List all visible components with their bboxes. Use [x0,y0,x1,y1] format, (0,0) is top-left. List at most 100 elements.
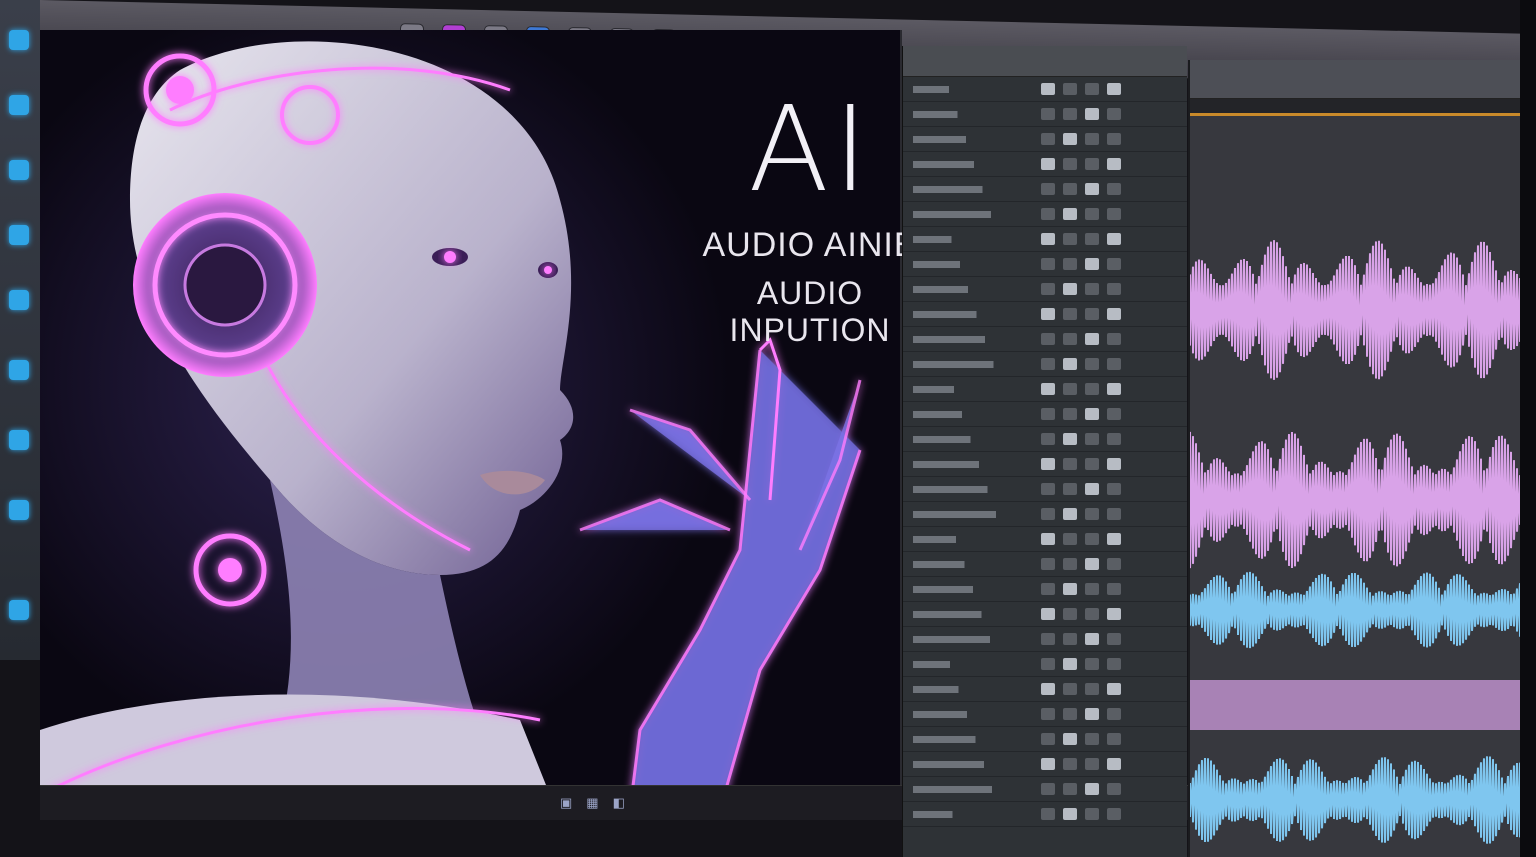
track-row[interactable] [903,477,1187,502]
track-control-icon[interactable] [1041,108,1055,120]
track-control-icon[interactable] [1085,733,1099,745]
track-row[interactable] [903,752,1187,777]
track-icon[interactable] [9,95,29,115]
track-control-icon[interactable] [1041,408,1055,420]
track-row[interactable] [903,727,1187,752]
waveform-track[interactable] [1190,240,1520,380]
track-row[interactable] [903,277,1187,302]
waveform-track[interactable] [1190,756,1520,844]
track-control-icon[interactable] [1041,83,1055,95]
track-control-icon[interactable] [1085,158,1099,170]
track-control-icon[interactable] [1041,733,1055,745]
track-row[interactable] [903,527,1187,552]
track-control-icon[interactable] [1107,483,1121,495]
track-control-icon[interactable] [1107,108,1121,120]
waveform-track[interactable] [1190,431,1520,569]
track-row[interactable] [903,702,1187,727]
track-control-icon[interactable] [1063,308,1077,320]
track-control-icon[interactable] [1041,683,1055,695]
track-control-icon[interactable] [1063,283,1077,295]
track-control-icon[interactable] [1041,433,1055,445]
track-control-icon[interactable] [1041,483,1055,495]
track-control-icon[interactable] [1107,408,1121,420]
track-control-icon[interactable] [1041,508,1055,520]
track-row[interactable] [903,127,1187,152]
track-control-icon[interactable] [1041,383,1055,395]
track-control-icon[interactable] [1107,708,1121,720]
track-control-icon[interactable] [1107,608,1121,620]
track-control-icon[interactable] [1085,708,1099,720]
track-control-icon[interactable] [1063,483,1077,495]
track-row[interactable] [903,677,1187,702]
track-control-icon[interactable] [1107,158,1121,170]
track-control-icon[interactable] [1063,333,1077,345]
waveform-track[interactable] [1190,571,1520,649]
track-control-icon[interactable] [1041,333,1055,345]
track-row[interactable] [903,327,1187,352]
track-control-icon[interactable] [1063,258,1077,270]
track-row[interactable] [903,652,1187,677]
track-control-icon[interactable] [1107,633,1121,645]
track-control-icon[interactable] [1041,783,1055,795]
track-control-icon[interactable] [1085,508,1099,520]
track-control-icon[interactable] [1085,108,1099,120]
track-control-icon[interactable] [1107,733,1121,745]
selected-region[interactable] [1190,680,1520,730]
track-control-icon[interactable] [1085,433,1099,445]
track-control-icon[interactable] [1107,208,1121,220]
track-control-icon[interactable] [1063,808,1077,820]
track-row[interactable] [903,427,1187,452]
track-control-icon[interactable] [1041,283,1055,295]
mixer-side-icon[interactable] [9,360,29,380]
track-control-icon[interactable] [1085,558,1099,570]
track-row[interactable] [903,152,1187,177]
track-row[interactable] [903,577,1187,602]
track-control-icon[interactable] [1063,733,1077,745]
track-control-icon[interactable] [1041,208,1055,220]
track-control-icon[interactable] [1085,208,1099,220]
track-control-icon[interactable] [1107,433,1121,445]
track-row[interactable] [903,802,1187,827]
track-control-icon[interactable] [1041,808,1055,820]
track-control-icon[interactable] [1085,408,1099,420]
track-control-icon[interactable] [1063,633,1077,645]
track-control-icon[interactable] [1107,358,1121,370]
track-control-icon[interactable] [1085,133,1099,145]
track-control-icon[interactable] [1085,458,1099,470]
track-control-icon[interactable] [1085,758,1099,770]
track-row[interactable] [903,302,1187,327]
track-control-icon[interactable] [1107,683,1121,695]
track-control-icon[interactable] [1085,308,1099,320]
track-control-icon[interactable] [1041,558,1055,570]
automation-icon[interactable] [9,430,29,450]
track-control-icon[interactable] [1085,608,1099,620]
track-control-icon[interactable] [1063,183,1077,195]
track-control-icon[interactable] [1107,258,1121,270]
track-control-icon[interactable] [1041,308,1055,320]
track-control-icon[interactable] [1107,83,1121,95]
track-control-icon[interactable] [1085,633,1099,645]
track-control-icon[interactable] [1041,158,1055,170]
track-control-icon[interactable] [1063,508,1077,520]
track-control-icon[interactable] [1107,783,1121,795]
track-control-icon[interactable] [1063,608,1077,620]
track-control-icon[interactable] [1107,533,1121,545]
track-control-icon[interactable] [1085,808,1099,820]
track-control-icon[interactable] [1041,133,1055,145]
track-control-icon[interactable] [1063,783,1077,795]
track-row[interactable] [903,777,1187,802]
track-control-icon[interactable] [1041,233,1055,245]
track-control-icon[interactable] [1063,708,1077,720]
track-control-icon[interactable] [1085,383,1099,395]
track-row[interactable] [903,377,1187,402]
plugin-icon[interactable] [9,225,29,245]
track-control-icon[interactable] [1063,83,1077,95]
track-control-icon[interactable] [1063,433,1077,445]
track-control-icon[interactable] [1041,708,1055,720]
track-row[interactable] [903,202,1187,227]
track-control-icon[interactable] [1085,583,1099,595]
track-control-icon[interactable] [1041,183,1055,195]
track-control-icon[interactable] [1041,533,1055,545]
track-control-icon[interactable] [1041,458,1055,470]
track-control-icon[interactable] [1085,683,1099,695]
